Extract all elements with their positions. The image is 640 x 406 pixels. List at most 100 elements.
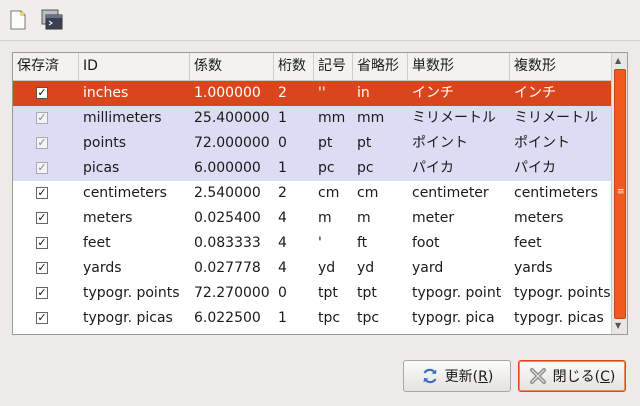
unit-digits: 1 xyxy=(278,110,287,126)
table-row[interactable]: ✓ yards 0.027778 4 yd yd yard yards xyxy=(13,256,611,281)
column-header-plural[interactable]: 複数形 xyxy=(510,53,611,80)
table-row[interactable]: ✓ picas 6.000000 1 pc pc パイカ パイカ xyxy=(13,156,611,181)
new-document-icon xyxy=(10,10,26,30)
unit-singular: centimeter xyxy=(412,185,489,201)
unit-symbol: ' xyxy=(318,235,322,251)
close-button[interactable]: 閉じる(C) xyxy=(518,360,626,392)
unit-symbol: tpc xyxy=(318,310,341,326)
unit-factor: 25.400000 xyxy=(194,110,270,126)
close-x-icon xyxy=(529,368,546,384)
table-body: ✓ inches 1.000000 2 '' in インチ インチ ✓ mill… xyxy=(13,81,611,331)
unit-digits: 4 xyxy=(278,210,287,226)
table-header: 保存済 ID 係数 桁数 記号 省略形 単数形 複数形 xyxy=(13,53,611,81)
unit-plural: centimeters xyxy=(514,185,598,201)
unit-symbol: tpt xyxy=(318,285,338,301)
unit-digits: 2 xyxy=(278,85,287,101)
column-header-factor[interactable]: 係数 xyxy=(190,53,274,80)
saved-checkbox[interactable]: ✓ xyxy=(36,212,48,224)
unit-abbreviation: pt xyxy=(357,135,372,151)
unit-id: millimeters xyxy=(83,110,162,126)
refresh-label-text: 更新( xyxy=(444,369,479,385)
close-label-suffix: ) xyxy=(609,369,616,385)
unit-abbreviation: tpt xyxy=(357,285,377,301)
unit-plural: パイカ xyxy=(514,160,556,176)
unit-symbol: pc xyxy=(318,160,335,176)
unit-digits: 4 xyxy=(278,260,287,276)
unit-plural: インチ xyxy=(514,85,556,101)
table-row[interactable]: ✓ inches 1.000000 2 '' in インチ インチ xyxy=(13,81,611,106)
unit-plural: feet xyxy=(514,235,542,251)
unit-id: points xyxy=(83,135,126,151)
unit-digits: 2 xyxy=(278,185,287,201)
unit-plural: ポイント xyxy=(514,135,570,151)
unit-singular: typogr. pica xyxy=(412,310,495,326)
column-header-symbol[interactable]: 記号 xyxy=(314,53,353,80)
table-row[interactable]: ✓ millimeters 25.400000 1 mm mm ミリメートル ミ… xyxy=(13,106,611,131)
saved-checkbox[interactable]: ✓ xyxy=(36,237,48,249)
unit-digits: 4 xyxy=(278,235,287,251)
saved-checkbox[interactable]: ✓ xyxy=(36,262,48,274)
unit-factor: 2.540000 xyxy=(194,185,261,201)
unit-plural: yards xyxy=(514,260,553,276)
saved-checkbox[interactable]: ✓ xyxy=(36,312,48,324)
refresh-label-suffix: ) xyxy=(487,369,494,385)
unit-plural: meters xyxy=(514,210,564,226)
table-row[interactable]: ✓ points 72.000000 0 pt pt ポイント ポイント xyxy=(13,131,611,156)
unit-factor: 0.025400 xyxy=(194,210,261,226)
column-header-singular[interactable]: 単数形 xyxy=(408,53,510,80)
scrollbar-thumb[interactable]: ≡ xyxy=(614,69,626,319)
close-mnemonic: C xyxy=(600,369,610,385)
unit-factor: 6.022500 xyxy=(194,310,261,326)
unit-factor: 6.000000 xyxy=(194,160,261,176)
unit-abbreviation: yd xyxy=(357,260,375,276)
unit-abbreviation: cm xyxy=(357,185,379,201)
table-row[interactable]: ✓ typogr. picas 6.022500 1 tpc tpc typog… xyxy=(13,306,611,331)
column-header-saved[interactable]: 保存済 xyxy=(13,53,79,80)
unit-abbreviation: in xyxy=(357,85,370,101)
saved-checkbox[interactable]: ✓ xyxy=(36,187,48,199)
unit-symbol: m xyxy=(318,210,332,226)
table-row[interactable]: ✓ feet 0.083333 4 ' ft foot feet xyxy=(13,231,611,256)
unit-id: typogr. picas xyxy=(83,310,173,326)
saved-checkbox: ✓ xyxy=(36,161,48,174)
unit-id: feet xyxy=(83,235,111,251)
toolbar xyxy=(0,0,640,41)
unit-factor: 0.027778 xyxy=(194,260,261,276)
unit-symbol: mm xyxy=(318,110,346,126)
unit-singular: ポイント xyxy=(412,135,468,151)
vertical-scrollbar[interactable]: ▲ ≡ ▼ xyxy=(611,53,627,334)
unit-singular: ミリメートル xyxy=(412,110,496,126)
saved-checkbox[interactable]: ✓ xyxy=(36,287,48,299)
unit-singular: yard xyxy=(412,260,444,276)
unit-digits: 1 xyxy=(278,160,287,176)
unit-singular: パイカ xyxy=(412,160,454,176)
unit-singular: インチ xyxy=(412,85,454,101)
unit-id: yards xyxy=(83,260,122,276)
unit-singular: foot xyxy=(412,235,440,251)
unit-factor: 72.000000 xyxy=(194,135,270,151)
unit-factor: 1.000000 xyxy=(194,85,261,101)
unit-digits: 1 xyxy=(278,310,287,326)
unit-abbreviation: tpc xyxy=(357,310,380,326)
saved-checkbox[interactable]: ✓ xyxy=(36,87,48,99)
new-unit-button[interactable] xyxy=(4,6,32,34)
scroll-up-arrow-icon[interactable]: ▲ xyxy=(615,56,621,66)
unit-factor: 72.270000 xyxy=(194,285,270,301)
unit-plural: typogr. points xyxy=(514,285,611,301)
scroll-down-arrow-icon[interactable]: ▼ xyxy=(615,321,621,331)
refresh-button[interactable]: 更新(R) xyxy=(403,360,511,392)
unit-id: typogr. points xyxy=(83,285,180,301)
unit-digits: 0 xyxy=(278,135,287,151)
table-row[interactable]: ✓ meters 0.025400 4 m m meter meters xyxy=(13,206,611,231)
table-row[interactable]: ✓ typogr. points 72.270000 0 tpt tpt typ… xyxy=(13,281,611,306)
table-row[interactable]: ✓ centimeters 2.540000 2 cm cm centimete… xyxy=(13,181,611,206)
refresh-mnemonic: R xyxy=(478,369,488,385)
refresh-icon xyxy=(423,368,437,384)
column-header-digits[interactable]: 桁数 xyxy=(274,53,314,80)
saved-checkbox: ✓ xyxy=(36,111,48,124)
column-header-abbreviation[interactable]: 省略形 xyxy=(353,53,408,80)
unit-symbol: pt xyxy=(318,135,333,151)
unit-singular: typogr. point xyxy=(412,285,502,301)
column-header-id[interactable]: ID xyxy=(79,53,190,80)
template-editor-button[interactable] xyxy=(38,6,66,34)
